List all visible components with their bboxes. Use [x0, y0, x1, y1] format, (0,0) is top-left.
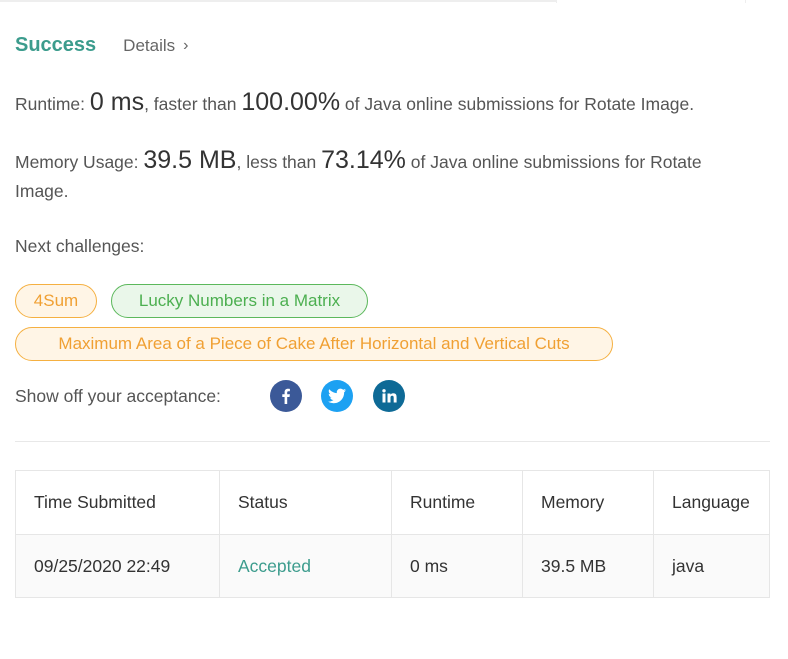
- top-border: [0, 0, 556, 2]
- column-header-time-submitted[interactable]: Time Submitted: [15, 470, 220, 535]
- cell-runtime: 0 ms: [391, 534, 523, 598]
- twitter-icon: [328, 388, 346, 404]
- details-label: Details: [123, 36, 176, 55]
- memory-percent: 73.14%: [321, 146, 406, 174]
- challenge-tag-maximum-area-cake[interactable]: Maximum Area of a Piece of Cake After Ho…: [15, 327, 613, 361]
- runtime-label: Runtime:: [15, 94, 90, 114]
- twitter-share-button[interactable]: [321, 380, 353, 412]
- submissions-table: Time Submitted Status Runtime Memory Lan…: [15, 470, 770, 598]
- runtime-summary: Runtime: 0 ms, faster than 100.00% of Ja…: [15, 88, 694, 117]
- result-header: Success Details ›: [15, 34, 188, 57]
- column-header-language[interactable]: Language: [653, 470, 770, 535]
- runtime-value: 0 ms: [89, 88, 145, 116]
- status-title: Success: [15, 34, 97, 56]
- facebook-icon: [282, 388, 290, 404]
- cell-language: java: [653, 534, 770, 598]
- linkedin-share-button[interactable]: [373, 380, 405, 412]
- runtime-percent: 100.00%: [241, 88, 341, 116]
- memory-label: Memory Usage:: [15, 152, 144, 172]
- challenge-tag-lucky-numbers[interactable]: Lucky Numbers in a Matrix: [111, 284, 368, 318]
- column-header-status[interactable]: Status: [219, 470, 392, 535]
- linkedin-icon: [382, 389, 397, 403]
- memory-text-1: , less than: [236, 152, 322, 172]
- table-header-row: Time Submitted Status Runtime Memory Lan…: [15, 470, 770, 535]
- chevron-right-icon: ›: [183, 37, 189, 54]
- cell-time-submitted: 09/25/2020 22:49: [15, 534, 220, 598]
- submission-result-page: Success Details › Runtime: 0 ms, faster …: [0, 0, 788, 659]
- memory-text-3: Image.: [15, 181, 69, 201]
- challenge-tag-4sum[interactable]: 4Sum: [15, 284, 97, 318]
- table-row: 09/25/2020 22:49 Accepted 0 ms 39.5 MB j…: [15, 534, 770, 598]
- column-header-memory[interactable]: Memory: [522, 470, 654, 535]
- memory-value: 39.5 MB: [143, 146, 237, 174]
- next-challenges-label: Next challenges:: [15, 236, 145, 256]
- section-divider: [15, 441, 770, 442]
- details-link[interactable]: Details ›: [123, 36, 188, 56]
- runtime-text-1: , faster than: [144, 94, 242, 114]
- memory-text-2: of Java online submissions for Rotate: [405, 152, 702, 172]
- facebook-share-button[interactable]: [270, 380, 302, 412]
- cell-memory: 39.5 MB: [522, 534, 654, 598]
- memory-summary-continued: Image.: [15, 181, 69, 202]
- runtime-text-2: of Java online submissions for Rotate Im…: [340, 94, 695, 114]
- column-header-runtime[interactable]: Runtime: [391, 470, 523, 535]
- memory-summary: Memory Usage: 39.5 MB, less than 73.14% …: [15, 146, 702, 175]
- share-label: Show off your acceptance:: [15, 386, 221, 406]
- active-tab-edge: [556, 0, 746, 3]
- cell-status-accepted[interactable]: Accepted: [219, 534, 392, 598]
